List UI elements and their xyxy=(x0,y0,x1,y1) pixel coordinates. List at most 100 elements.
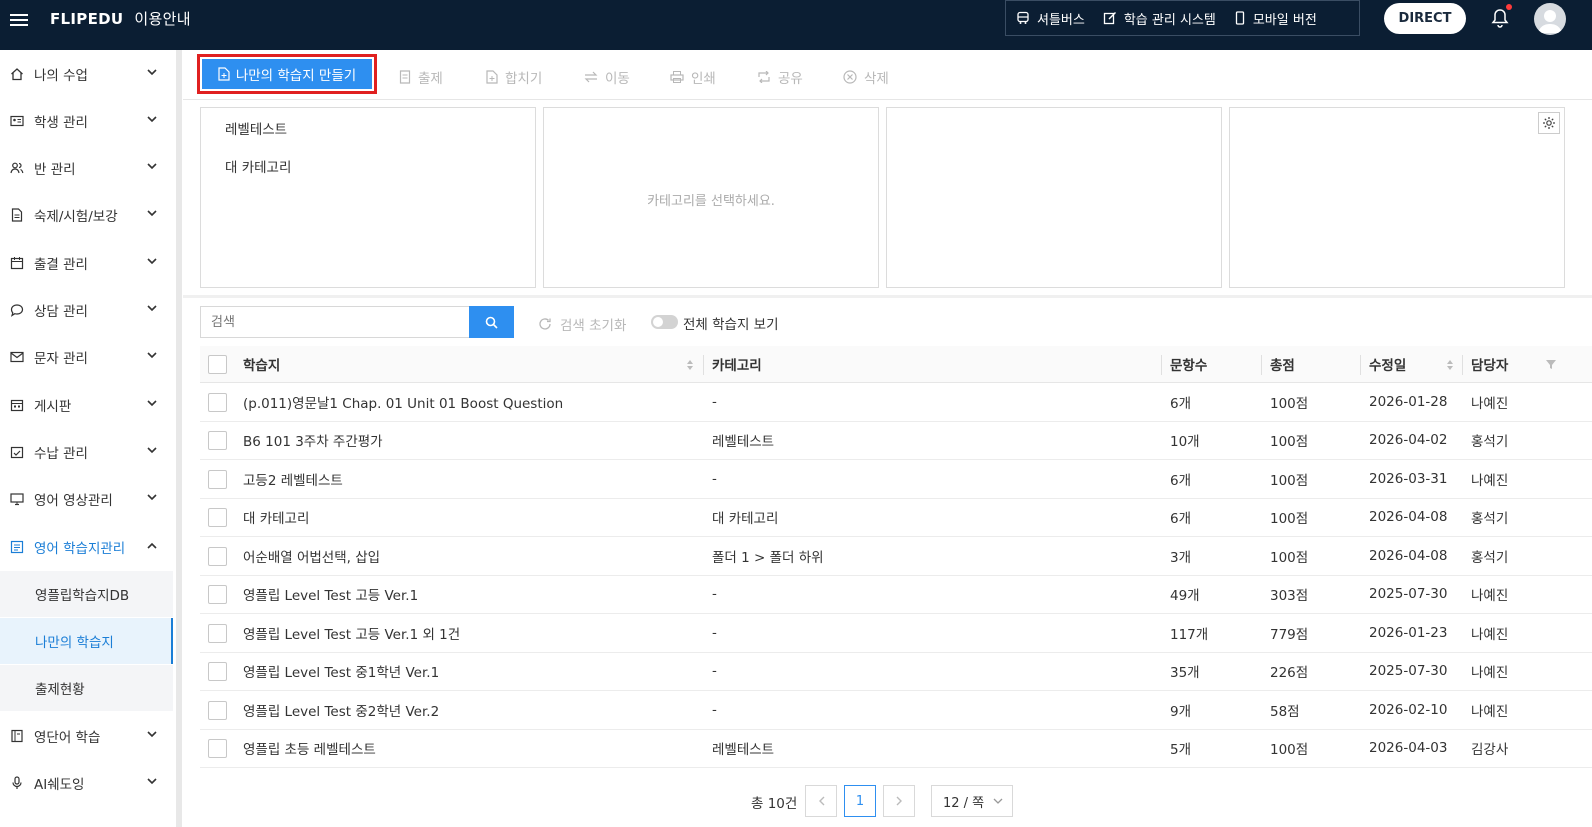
show-all-toggle[interactable] xyxy=(651,315,678,329)
sidebar-item-payment[interactable]: 수납 관리 xyxy=(0,432,173,472)
cell-total-score: 100점 xyxy=(1270,434,1309,451)
total-count: 총 10건 xyxy=(751,796,798,812)
row-checkbox[interactable] xyxy=(208,508,227,528)
page-number-button[interactable]: 1 xyxy=(844,785,876,817)
select-all-checkbox[interactable] xyxy=(208,355,227,374)
sort-icon[interactable] xyxy=(686,359,694,371)
column-header-worksheet[interactable]: 학습지 xyxy=(243,346,280,382)
column-header-modified-date[interactable]: 수정일 xyxy=(1369,346,1406,382)
print-button[interactable]: 인쇄 xyxy=(670,67,716,87)
row-checkbox[interactable] xyxy=(208,431,227,451)
row-checkbox[interactable] xyxy=(208,623,227,643)
sidebar-subitem-assignment-status[interactable]: 출제현황 xyxy=(0,665,173,711)
table-row[interactable]: B6 101 3주차 주간평가 레벨테스트 10개 100점 2026-04-02 홍석기 xyxy=(200,422,1592,460)
row-checkbox[interactable] xyxy=(208,662,227,682)
filter-icon[interactable] xyxy=(1546,360,1556,369)
sidebar-subitem-my-worksheet[interactable]: 나만의 학습지 xyxy=(0,618,173,664)
cell-worksheet[interactable]: 영플립 Level Test 고등 Ver.1 외 1건 xyxy=(243,614,460,652)
direct-button[interactable]: DIRECT xyxy=(1384,3,1466,34)
row-checkbox[interactable] xyxy=(208,585,227,605)
sidebar-item-ai-shadowing[interactable]: AI쉐도잉 xyxy=(0,763,173,803)
table-row[interactable]: 영플립 Level Test 고등 Ver.1 외 1건 - 117개 779점 202… xyxy=(200,614,1592,653)
column-divider xyxy=(1161,355,1162,375)
nav-shuttle-bus[interactable]: 셔틀버스 xyxy=(1016,9,1085,28)
brand-name: FLIPEDU xyxy=(50,10,124,28)
sidebar-item-messages[interactable]: 문자 관리 xyxy=(0,337,173,377)
move-button[interactable]: 이동 xyxy=(584,67,630,87)
table-row[interactable]: (p.011)영문날1 Chap. 01 Unit 01 Boost Quest… xyxy=(200,383,1592,422)
category-item[interactable]: 대 카테고리 xyxy=(225,156,291,176)
sidebar-scrollbar[interactable] xyxy=(176,50,182,827)
cell-manager: 나예진 xyxy=(1471,665,1509,682)
sidebar-item-board[interactable]: 게시판 xyxy=(0,385,173,425)
table-row[interactable]: 어순배열 어법선택, 삽입 폴더 1 > 폴더 하위 3개 100점 2026-04-0… xyxy=(200,537,1592,576)
sidebar-item-english-worksheet[interactable]: 영어 학습지관리 xyxy=(0,527,173,567)
cell-total-score: 100점 xyxy=(1270,549,1309,566)
search-button[interactable] xyxy=(469,306,514,338)
assign-button[interactable]: 출제 xyxy=(399,67,443,87)
table-row[interactable]: 영플립 Level Test 중2학년 Ver.2 - 9개 58점 2026-02-1… xyxy=(200,691,1592,730)
category-settings-button[interactable] xyxy=(1538,112,1560,134)
cell-category: - xyxy=(712,470,717,487)
cell-worksheet[interactable]: 대 카테고리 xyxy=(243,499,309,537)
menu-icon[interactable] xyxy=(10,11,28,27)
cell-question-count: 117개 xyxy=(1170,626,1209,643)
row-checkbox[interactable] xyxy=(208,739,227,759)
cell-worksheet[interactable]: (p.011)영문날1 Chap. 01 Unit 01 Boost Quest… xyxy=(243,383,563,421)
table-body: (p.011)영문날1 Chap. 01 Unit 01 Boost Quest… xyxy=(200,383,1592,768)
cell-total-score: 58점 xyxy=(1270,703,1300,720)
sidebar-item-students[interactable]: 학생 관리 xyxy=(0,101,173,141)
column-header-manager[interactable]: 담당자 xyxy=(1471,346,1508,382)
chevron-down-icon xyxy=(147,778,157,785)
cell-worksheet[interactable]: 영플립 Level Test 고등 Ver.1 xyxy=(243,576,418,614)
nav-lms[interactable]: 학습 관리 시스템 xyxy=(1103,9,1216,28)
row-checkbox[interactable] xyxy=(208,469,227,489)
nav-label: 학습 관리 시스템 xyxy=(1123,12,1216,28)
next-page-button[interactable] xyxy=(883,785,915,817)
sidebar-item-vocabulary[interactable]: 영단어 학습 xyxy=(0,716,173,756)
cell-worksheet[interactable]: 영플립 Level Test 중1학년 Ver.1 xyxy=(243,653,439,691)
table-row[interactable]: 영플립 초등 레벨테스트 레벨테스트 5개 100점 2026-04-03 김강사 xyxy=(200,730,1592,768)
cell-worksheet[interactable]: 고등2 레벨테스트 xyxy=(243,460,343,498)
bus-icon xyxy=(1017,11,1029,24)
sidebar-item-attendance[interactable]: 출결 관리 xyxy=(0,243,173,283)
avatar[interactable] xyxy=(1534,3,1566,35)
search-input[interactable] xyxy=(200,306,470,338)
create-my-worksheet-button[interactable]: 나만의 학습지 만들기 xyxy=(197,54,377,94)
delete-button[interactable]: 삭제 xyxy=(843,67,889,87)
share-button[interactable]: 공유 xyxy=(757,67,803,87)
nav-mobile[interactable]: 모바일 버전 xyxy=(1234,9,1317,28)
brand[interactable]: FLIPEDU 이용안내 xyxy=(50,0,191,38)
edit-icon xyxy=(1103,12,1116,25)
prev-page-button[interactable] xyxy=(805,785,837,817)
row-checkbox[interactable] xyxy=(208,700,227,720)
payment-icon xyxy=(10,446,24,459)
sidebar-item-english-video[interactable]: 영어 영상관리 xyxy=(0,479,173,519)
notification-bell[interactable] xyxy=(1491,4,1512,32)
cell-worksheet[interactable]: B6 101 3주차 주간평가 xyxy=(243,422,383,460)
sidebar-item-classes[interactable]: 반 관리 xyxy=(0,148,173,188)
sidebar-item-counseling[interactable]: 상담 관리 xyxy=(0,290,173,330)
sidebar-subitem-youngflip-db[interactable]: 영플립학습지DB xyxy=(0,571,173,617)
page-size-select[interactable]: 12 / 쪽 xyxy=(931,785,1013,817)
cell-worksheet[interactable]: 어순배열 어법선택, 삽입 xyxy=(243,537,380,575)
row-checkbox[interactable] xyxy=(208,546,227,566)
cell-worksheet[interactable]: 영플립 초등 레벨테스트 xyxy=(243,730,376,768)
sort-icon[interactable] xyxy=(1446,359,1454,371)
merge-button[interactable]: 합치기 xyxy=(486,67,542,87)
table-row[interactable]: 영플립 Level Test 중1학년 Ver.1 - 35개 226점 2025-07… xyxy=(200,653,1592,691)
row-checkbox[interactable] xyxy=(208,392,227,412)
table-row[interactable]: 고등2 레벨테스트 - 6개 100점 2026-03-31 나예진 xyxy=(200,460,1592,499)
search-reset-button[interactable]: 검색 초기화 xyxy=(538,314,626,334)
cell-worksheet[interactable]: 영플립 Level Test 중2학년 Ver.2 xyxy=(243,691,439,729)
table-row[interactable]: 대 카테고리 대 카테고리 6개 100점 2026-04-08 홍석기 xyxy=(200,499,1592,537)
sidebar-item-my-class[interactable]: 나의 수업 xyxy=(0,54,173,94)
category-item[interactable]: 레벨테스트 xyxy=(225,118,287,138)
sidebar-item-homework[interactable]: 숙제/시험/보강 xyxy=(0,195,173,235)
category-panel-4 xyxy=(1229,107,1565,288)
table-row[interactable]: 영플립 Level Test 고등 Ver.1 - 49개 303점 2025-07-3… xyxy=(200,576,1592,614)
calendar-icon xyxy=(10,257,24,270)
share-icon xyxy=(758,71,770,83)
column-header-question-count: 문항수 xyxy=(1170,358,1208,374)
column-divider xyxy=(1261,355,1262,375)
